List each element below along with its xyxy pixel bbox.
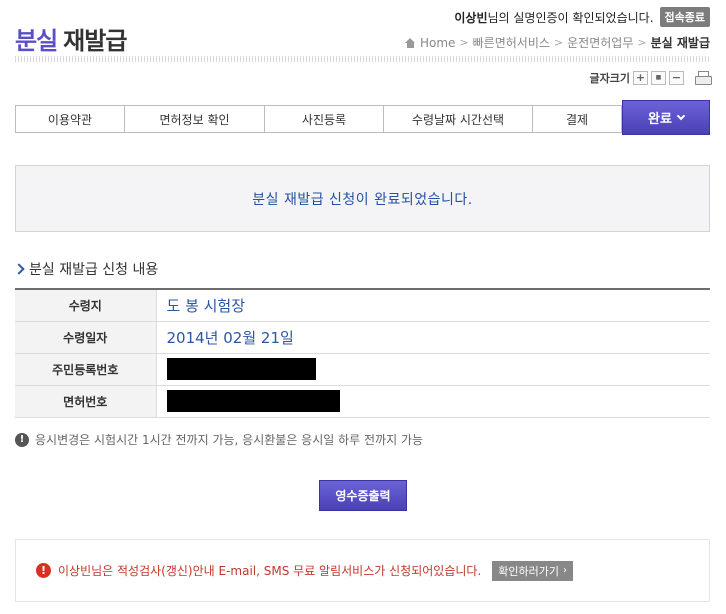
notification-alert-box: ! 이상빈님은 적성검사(갱신)안내 E-mail, SMS 무료 알림서비스가… [15, 539, 710, 602]
step-tabs: 이용약관 면허정보 확인 사진등록 수령날짜 시간선택 결제 [15, 105, 622, 133]
breadcrumb-item-fast-service[interactable]: 빠른면허서비스 [473, 34, 550, 51]
redacted-resident-number [166, 358, 316, 380]
row-label-license-number: 면허번호 [15, 385, 157, 418]
breadcrumb-item-license-work[interactable]: 운전면허업무 [567, 34, 633, 51]
print-receipt-button[interactable]: 영수증출력 [319, 480, 407, 511]
chevron-down-icon [676, 111, 686, 121]
alert-icon: ! [36, 563, 51, 578]
breadcrumb-current: 분실 재발급 [650, 36, 710, 50]
completion-message: 분실 재발급 신청이 완료되었습니다. [252, 191, 473, 208]
table-row: 면허번호 [15, 385, 710, 418]
row-value-pickup-date: 2014년 02월 21일 [156, 321, 710, 354]
section-heading: 분실 재발급 신청 내용 [13, 259, 159, 279]
alert-text: 이상빈님은 적성검사(갱신)안내 E-mail, SMS 무료 알림서비스가 신… [58, 564, 482, 578]
breadcrumb-home[interactable]: Home [420, 36, 455, 50]
step-license-info[interactable]: 면허정보 확인 [125, 106, 265, 132]
table-row: 주민등록번호 [15, 353, 710, 386]
user-name: 이상빈 [454, 10, 488, 25]
table-row: 수령일자 2014년 02월 21일 [15, 321, 710, 354]
completion-message-box: 분실 재발급 신청이 완료되었습니다. [15, 165, 710, 232]
print-icon[interactable] [695, 71, 712, 85]
row-label-resident-number: 주민등록번호 [15, 353, 157, 386]
row-value-pickup-location: 도 봉 시험장 [156, 289, 710, 322]
breadcrumb-separator: > [553, 36, 564, 49]
status-message: 님의 실명인증이 확인되었습니다. [487, 10, 654, 25]
redacted-license-number [166, 390, 340, 412]
font-default-button[interactable]: ■ [651, 71, 666, 85]
page-title: 분실 재발급 [15, 21, 127, 56]
row-value-license-number [156, 385, 710, 418]
page-title-highlight: 분실 [15, 27, 58, 55]
exam-change-notice: ! 응시변경은 시험시간 1시간 전까지 가능, 응시환불은 응시일 하루 전까… [15, 431, 423, 448]
breadcrumb: Home > 빠른면허서비스 > 운전면허업무 > 분실 재발급 [404, 34, 710, 51]
go-confirm-label: 확인하러가기 [498, 564, 559, 578]
font-size-control: 글자크기 + ■ − [589, 70, 712, 86]
step-complete-label: 완료 [648, 112, 672, 127]
row-value-resident-number [156, 353, 710, 386]
table-row: 수령지 도 봉 시험장 [15, 289, 710, 322]
arrow-right-icon: › [563, 565, 567, 576]
breadcrumb-separator: > [637, 36, 647, 49]
font-increase-button[interactable]: + [633, 71, 648, 85]
info-icon: ! [15, 432, 29, 447]
step-pickup-date[interactable]: 수령날짜 시간선택 [384, 106, 533, 132]
chevron-right-icon [13, 263, 25, 275]
step-terms[interactable]: 이용약관 [16, 106, 125, 132]
step-photo[interactable]: 사진등록 [265, 106, 384, 132]
application-details-table: 수령지 도 봉 시험장 수령일자 2014년 02월 21일 주민등록번호 면허… [15, 288, 710, 418]
home-icon [404, 37, 416, 48]
step-payment[interactable]: 결제 [533, 106, 621, 132]
title-divider [15, 56, 711, 62]
auth-status: 이상빈님의 실명인증이 확인되었습니다. 접속종료 [454, 7, 710, 27]
row-label-pickup-date: 수령일자 [15, 321, 157, 354]
breadcrumb-separator: > [459, 36, 469, 49]
step-complete-active[interactable]: 완료 [622, 100, 710, 135]
page-title-rest: 재발급 [63, 27, 127, 55]
auth-status-text: 이상빈님의 실명인증이 확인되었습니다. [454, 9, 653, 26]
notice-text: 응시변경은 시험시간 1시간 전까지 가능, 응시환불은 응시일 하루 전까지 … [35, 433, 424, 447]
section-title: 분실 재발급 신청 내용 [29, 262, 159, 278]
go-confirm-button[interactable]: 확인하러가기 › [492, 560, 573, 581]
font-decrease-button[interactable]: − [669, 71, 684, 85]
row-label-pickup-location: 수령지 [15, 289, 157, 322]
logout-button[interactable]: 접속종료 [659, 7, 710, 27]
font-size-label: 글자크기 [589, 72, 630, 85]
